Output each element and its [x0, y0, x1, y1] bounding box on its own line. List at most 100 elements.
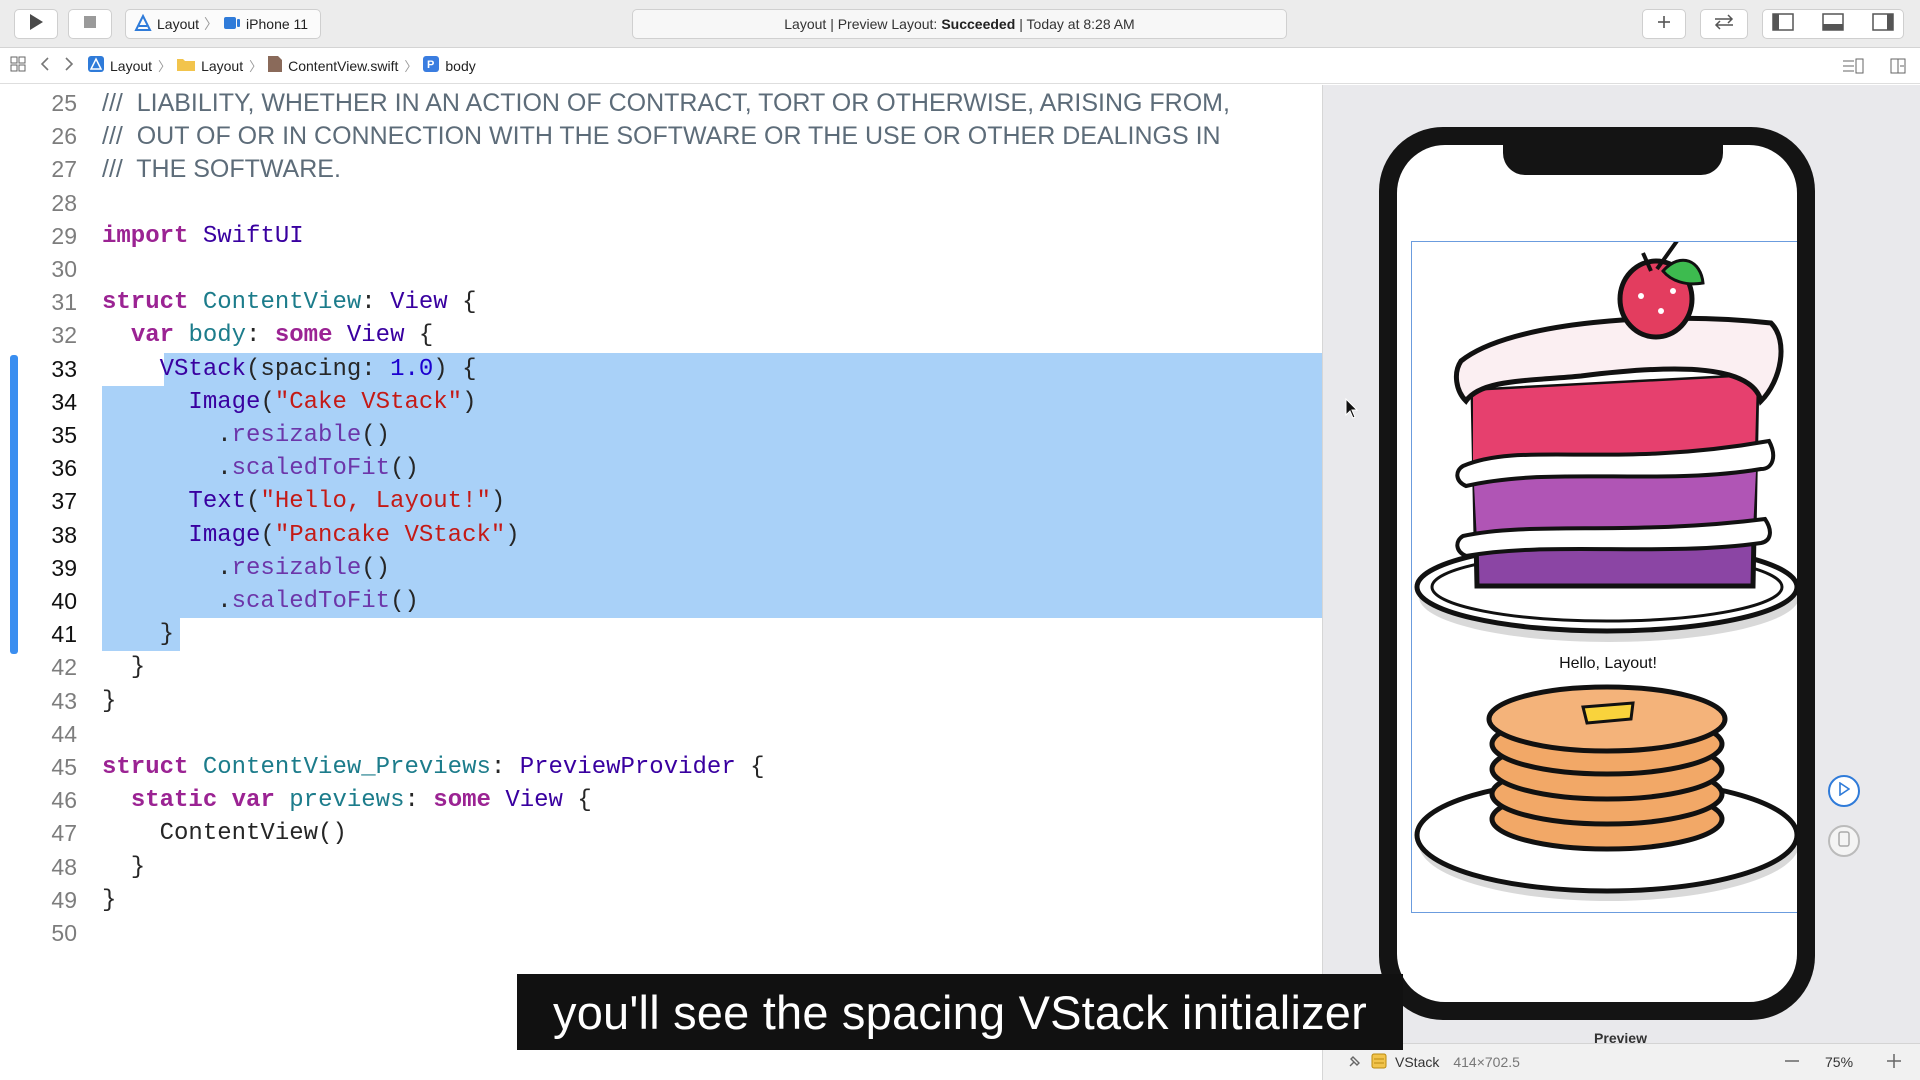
- device-icon: [1838, 830, 1850, 852]
- chevron-right-icon: 〉: [158, 59, 172, 74]
- line-number: 44: [51, 720, 77, 747]
- code-line[interactable]: 45 struct ContentView_Previews: PreviewPr…: [0, 751, 1322, 784]
- adjust-editor-icon[interactable]: [1842, 58, 1864, 77]
- breadcrumb-project[interactable]: Layout: [88, 56, 152, 75]
- zoom-level[interactable]: 75%: [1825, 1054, 1853, 1070]
- vstack-icon: [1371, 1053, 1387, 1072]
- code-line[interactable]: 25 /// LIABILITY, WHETHER IN AN ACTION OF…: [0, 87, 1322, 120]
- chevron-right-icon: 〉: [249, 59, 263, 74]
- code-line[interactable]: 49}: [0, 884, 1322, 917]
- selected-view-size: 414×702.5: [1453, 1054, 1520, 1070]
- line-number: 40: [51, 588, 77, 614]
- code-text: .scaledToFit(): [102, 455, 419, 483]
- project-icon: [134, 13, 152, 35]
- code-line[interactable]: 34 Image("Cake VStack"): [0, 386, 1322, 419]
- plus-icon: [1656, 14, 1672, 35]
- code-text: VStack(spacing: 1.0) {: [159, 355, 477, 383]
- line-number: 35: [51, 422, 77, 448]
- code-line[interactable]: 30: [0, 253, 1322, 286]
- scheme-selector[interactable]: Layout 〉 iPhone 11: [125, 9, 321, 39]
- breadcrumb-symbol[interactable]: P body: [423, 56, 476, 75]
- code-text: }: [102, 621, 175, 649]
- code-line[interactable]: 26 /// OUT OF OR IN CONNECTION WITH THE S…: [0, 120, 1322, 153]
- forward-arrow-icon[interactable]: [64, 56, 74, 75]
- code-line[interactable]: 39 .resizable(): [0, 552, 1322, 585]
- line-number: 50: [51, 920, 77, 946]
- line-number: 49: [51, 886, 77, 913]
- code-text: .scaledToFit(): [102, 588, 419, 615]
- line-number: 37: [51, 488, 77, 515]
- code-line[interactable]: 33 VStack(spacing: 1.0) {: [0, 353, 1322, 386]
- property-icon: P: [423, 56, 440, 75]
- code-line[interactable]: 36 .scaledToFit(): [0, 452, 1322, 485]
- code-text: .resizable(): [102, 422, 391, 449]
- library-button[interactable]: [1642, 9, 1686, 39]
- stop-button[interactable]: [68, 9, 112, 39]
- code-line[interactable]: 31 struct ContentView: View {: [0, 286, 1322, 319]
- line-number: 29: [51, 222, 77, 249]
- code-line[interactable]: 35 .resizable(): [0, 419, 1322, 452]
- chevron-right-icon: 〉: [204, 16, 219, 32]
- scheme-device-label: iPhone 11: [246, 16, 309, 32]
- related-items-icon[interactable]: [10, 56, 26, 75]
- zoom-in-button[interactable]: [1885, 1052, 1903, 1073]
- run-button[interactable]: [14, 9, 58, 39]
- code-line[interactable]: 44: [0, 718, 1322, 751]
- code-line[interactable]: 32 var body: some View {: [0, 319, 1322, 352]
- preview-canvas[interactable]: Hello, Layout! Preview VStack 414×702.5 …: [1322, 85, 1920, 1080]
- code-line[interactable]: 50: [0, 917, 1322, 950]
- phone-notch: [1503, 145, 1723, 175]
- code-line[interactable]: 43}: [0, 685, 1322, 718]
- live-preview-button[interactable]: [1828, 775, 1860, 807]
- code-line[interactable]: 29 import SwiftUI: [0, 220, 1322, 253]
- source-editor[interactable]: 25 /// LIABILITY, WHETHER IN AN ACTION OF…: [0, 85, 1322, 1080]
- selected-view-name: VStack: [1395, 1054, 1440, 1070]
- line-number: 32: [51, 322, 77, 349]
- zoom-out-button[interactable]: [1783, 1052, 1801, 1073]
- status-suffix: | Today at 8:28 AM: [1019, 16, 1135, 32]
- code-line[interactable]: 41 }: [0, 618, 1322, 651]
- debug-panel-icon[interactable]: [1822, 12, 1844, 36]
- line-number: 25: [51, 90, 77, 116]
- line-number: 47: [51, 820, 77, 847]
- code-text: }: [102, 687, 117, 715]
- line-number: 27: [51, 156, 77, 183]
- line-number: 42: [51, 654, 77, 681]
- code-text: struct ContentView_Previews: PreviewProv…: [102, 754, 765, 781]
- code-line[interactable]: 27 /// THE SOFTWARE.: [0, 153, 1322, 186]
- add-editor-icon[interactable]: [1890, 58, 1906, 77]
- code-line[interactable]: 38 Image("Pancake VStack"): [0, 519, 1322, 552]
- breadcrumb-file[interactable]: ContentView.swift: [268, 56, 398, 75]
- device-screen: Hello, Layout!: [1397, 145, 1797, 1002]
- preview-on-device-button[interactable]: [1828, 825, 1860, 857]
- code-line[interactable]: 40 .scaledToFit(): [0, 585, 1322, 618]
- code-line[interactable]: 48 }: [0, 851, 1322, 884]
- code-comment: /// OUT OF OR IN CONNECTION WITH THE SOF…: [102, 122, 1221, 151]
- code-line[interactable]: 47 ContentView(): [0, 817, 1322, 850]
- scheme-project-label: Layout: [157, 16, 200, 32]
- line-number: 43: [51, 687, 77, 714]
- code-review-button[interactable]: [1700, 9, 1748, 39]
- breadcrumb-group[interactable]: Layout: [177, 57, 243, 74]
- code-text: }: [102, 654, 146, 682]
- code-text: Image("Pancake VStack"): [188, 521, 520, 549]
- code-line[interactable]: 46 static var previews: some View {: [0, 784, 1322, 817]
- inspector-panel-icon[interactable]: [1872, 12, 1894, 36]
- code-line[interactable]: 42 }: [0, 651, 1322, 684]
- code-text: import SwiftUI: [102, 222, 304, 250]
- line-number: 28: [51, 189, 77, 216]
- breadcrumb-label: Layout: [110, 57, 153, 74]
- back-arrow-icon[interactable]: [40, 56, 50, 75]
- status-result: Succeeded: [941, 16, 1016, 32]
- pin-icon[interactable]: [1347, 1053, 1363, 1072]
- code-comment: /// LIABILITY, WHETHER IN AN ACTION OF C…: [102, 89, 1230, 117]
- line-number: 26: [51, 123, 77, 150]
- panel-toggle-group: [1762, 9, 1904, 39]
- breadcrumb-label: ContentView.swift: [288, 57, 399, 74]
- code-text: }: [102, 886, 117, 914]
- stop-icon: [83, 15, 97, 34]
- code-line[interactable]: 37 Text("Hello, Layout!"): [0, 485, 1322, 518]
- line-number: 41: [51, 621, 77, 648]
- code-line[interactable]: 28: [0, 187, 1322, 220]
- navigator-panel-icon[interactable]: [1772, 12, 1794, 36]
